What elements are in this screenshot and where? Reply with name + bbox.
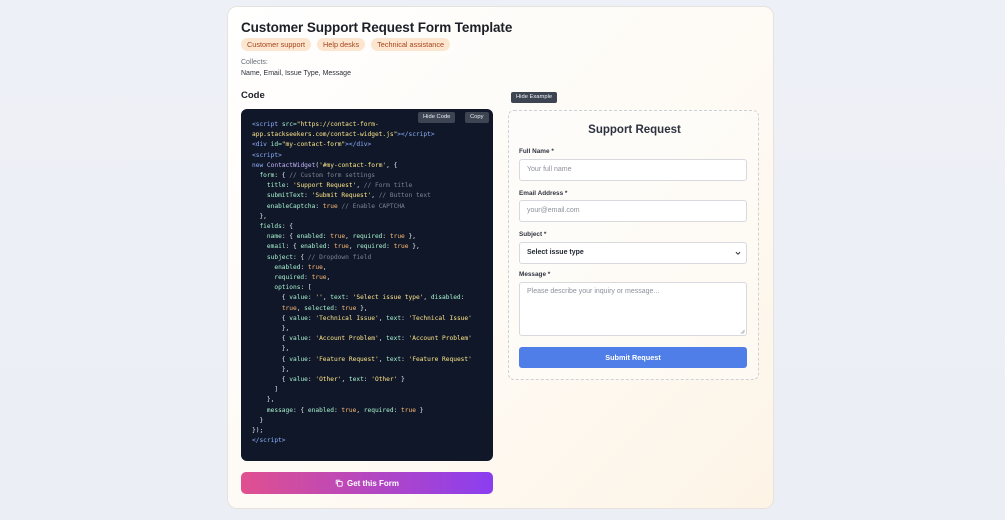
message-textarea[interactable]: Please describe your inquiry or message.…: [519, 282, 747, 336]
chevron-down-icon: [735, 251, 741, 255]
get-form-button[interactable]: Get this Form: [241, 472, 493, 494]
resize-handle-icon[interactable]: [740, 329, 745, 334]
email-input[interactable]: your@email.com: [519, 200, 747, 222]
tag-help-desks[interactable]: Help desks: [317, 38, 366, 51]
code-block[interactable]: Hide Code Copy <script src="https://cont…: [241, 109, 493, 461]
email-label: Email Address *: [519, 190, 568, 197]
subject-label: Subject *: [519, 231, 547, 238]
tag-technical-assistance[interactable]: Technical assistance: [371, 38, 451, 51]
full-name-input[interactable]: Your full name: [519, 159, 747, 181]
message-placeholder: Please describe your inquiry or message.…: [527, 288, 660, 295]
subject-selected-value: Select issue type: [527, 249, 584, 256]
message-label: Message *: [519, 271, 551, 278]
subject-select[interactable]: Select issue type: [519, 242, 747, 264]
collects-label: Collects:: [241, 59, 268, 66]
collects-value: Name, Email, Issue Type, Message: [241, 70, 351, 77]
code-snippet: <script src="https://contact-form- app.s…: [252, 121, 472, 445]
submit-request-button[interactable]: Submit Request: [519, 347, 747, 368]
get-form-label: Get this Form: [346, 478, 399, 488]
hide-example-button[interactable]: Hide Example: [511, 92, 558, 103]
copy-icon: [335, 479, 343, 487]
full-name-label: Full Name *: [519, 148, 554, 155]
page-title: Customer Support Request Form Template: [241, 20, 513, 35]
code-heading: Code: [241, 90, 265, 101]
tag-list: Customer support Help desks Technical as…: [241, 38, 451, 51]
tag-customer-support[interactable]: Customer support: [241, 38, 311, 51]
preview-title: Support Request: [588, 124, 681, 136]
